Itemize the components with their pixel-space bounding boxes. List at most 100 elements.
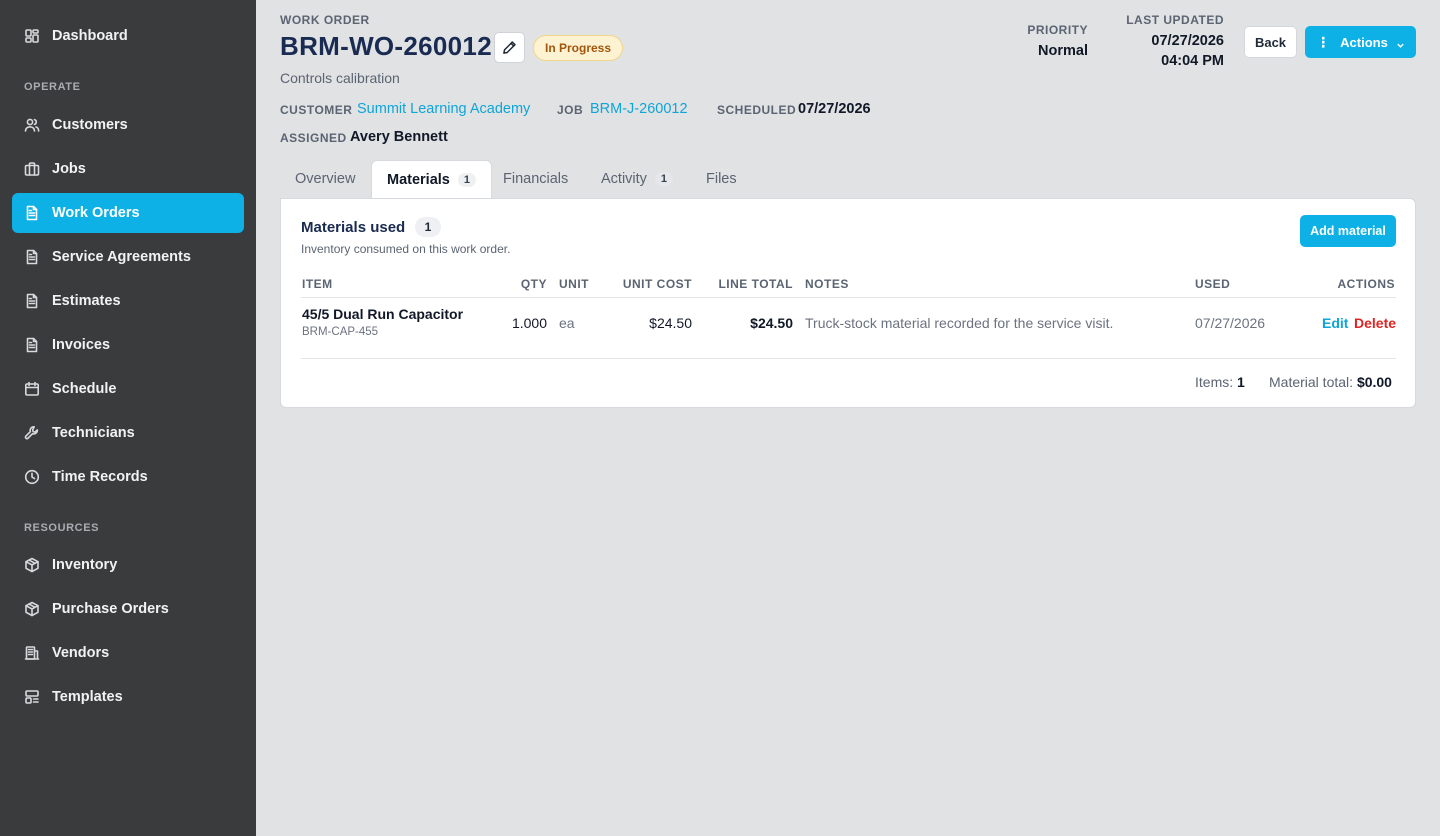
last-updated-date: 07/27/2026 xyxy=(1151,33,1224,49)
sidebar-item-service-agreements[interactable]: Service Agreements xyxy=(12,237,244,277)
column-header-line-total: LINE TOTAL xyxy=(718,277,793,291)
sidebar-item-label: Service Agreements xyxy=(52,249,191,265)
customer-link[interactable]: Summit Learning Academy xyxy=(357,101,530,117)
priority-label: PRIORITY xyxy=(1027,23,1088,37)
column-header-used: USED xyxy=(1195,277,1231,291)
clock-icon xyxy=(24,469,40,485)
building-icon xyxy=(24,645,40,661)
materials-count-badge: 1 xyxy=(415,217,441,237)
tab-materials[interactable]: Materials 1 xyxy=(371,160,492,199)
tab-activity[interactable]: Activity 1 xyxy=(601,160,674,198)
sidebar-item-label: Technicians xyxy=(52,425,135,441)
column-header-notes: NOTES xyxy=(805,277,849,291)
sidebar-item-label: Dashboard xyxy=(52,28,128,44)
delete-material-link[interactable]: Delete xyxy=(1354,315,1396,331)
assigned-value: Avery Bennett xyxy=(350,129,448,145)
items-summary: Items: 1 xyxy=(1195,374,1245,390)
sidebar-item-dashboard[interactable]: Dashboard xyxy=(12,16,244,56)
sidebar-item-label: Templates xyxy=(52,689,123,705)
material-line-total: $24.50 xyxy=(750,315,793,331)
material-total-value: $0.00 xyxy=(1356,374,1392,390)
customer-label: CUSTOMER xyxy=(280,103,353,117)
page-subtitle: Controls calibration xyxy=(280,70,400,86)
sidebar-item-label: Schedule xyxy=(52,381,117,397)
tab-count-badge: 1 xyxy=(457,173,476,187)
tab-label: Financials xyxy=(503,171,569,187)
sidebar-item-label: Time Records xyxy=(52,469,148,485)
column-header-qty: QTY xyxy=(520,277,547,291)
sidebar-item-invoices[interactable]: Invoices xyxy=(12,325,244,365)
tab-label: Overview xyxy=(295,171,356,187)
material-notes: Truck-stock material recorded for the se… xyxy=(805,315,1114,331)
sidebar-item-jobs[interactable]: Jobs xyxy=(12,149,244,189)
column-header-unit-cost: UNIT COST xyxy=(622,277,692,291)
job-link[interactable]: BRM-J-260012 xyxy=(590,101,688,117)
calendar-icon xyxy=(24,381,40,397)
material-unit: ea xyxy=(559,315,575,331)
sidebar-item-work-orders[interactable]: Work Orders xyxy=(12,193,244,233)
sidebar-item-purchase-orders[interactable]: Purchase Orders xyxy=(12,589,244,629)
sidebar-section-resources: RESOURCES xyxy=(24,522,100,534)
assigned-label: ASSIGNED xyxy=(280,131,347,145)
edit-material-link[interactable]: Edit xyxy=(1322,315,1348,331)
status-badge: In Progress xyxy=(533,35,624,61)
scheduled-label: SCHEDULED xyxy=(717,103,797,117)
items-summary-label: Items: xyxy=(1195,374,1234,390)
box-icon xyxy=(24,601,40,617)
edit-title-button[interactable] xyxy=(494,32,525,63)
last-updated-label: LAST UPDATED xyxy=(1126,13,1224,27)
sidebar-item-label: Jobs xyxy=(52,161,86,177)
sidebar-item-label: Purchase Orders xyxy=(52,601,169,617)
sidebar-item-label: Inventory xyxy=(52,557,118,573)
sidebar-item-label: Customers xyxy=(52,117,128,133)
back-button[interactable]: Back xyxy=(1244,26,1297,58)
table-footer-divider xyxy=(301,358,1396,359)
material-qty: 1.000 xyxy=(511,315,547,331)
sidebar-item-schedule[interactable]: Schedule xyxy=(12,369,244,409)
materials-card: Materials used 1 Inventory consumed on t… xyxy=(280,198,1416,408)
scheduled-value: 07/27/2026 xyxy=(798,101,871,117)
sidebar-item-time-records[interactable]: Time Records xyxy=(12,457,244,497)
priority-value: Normal xyxy=(1038,43,1088,59)
dashboard-icon xyxy=(24,28,40,44)
chevron-down-icon xyxy=(1396,38,1405,48)
users-icon xyxy=(24,117,40,133)
page-eyebrow: WORK ORDER xyxy=(280,13,370,27)
last-updated-time: 04:04 PM xyxy=(1161,53,1224,69)
items-summary-value: 1 xyxy=(1237,374,1245,390)
material-item-name: 45/5 Dual Run Capacitor xyxy=(302,306,464,322)
sidebar-section-operate: OPERATE xyxy=(24,81,81,93)
tab-files[interactable]: Files xyxy=(706,160,737,198)
actions-button[interactable]: ⋮ Actions xyxy=(1305,26,1416,58)
tab-financials[interactable]: Financials xyxy=(503,160,568,198)
document-icon xyxy=(24,293,40,309)
material-used-date: 07/27/2026 xyxy=(1195,315,1266,331)
add-material-button[interactable]: Add material xyxy=(1300,215,1396,247)
job-label: JOB xyxy=(557,103,584,117)
material-total-label: Material total: xyxy=(1269,374,1354,390)
sidebar-item-templates[interactable]: Templates xyxy=(12,677,244,717)
kebab-icon: ⋮ xyxy=(1316,34,1331,50)
sidebar-item-label: Estimates xyxy=(52,293,121,309)
column-header-item: ITEM xyxy=(302,277,333,291)
material-unit-cost: $24.50 xyxy=(649,315,692,331)
tab-overview[interactable]: Overview xyxy=(295,160,355,198)
tab-label: Activity xyxy=(601,171,647,187)
sidebar-item-estimates[interactable]: Estimates xyxy=(12,281,244,321)
page-title: BRM-WO-260012 xyxy=(280,31,492,61)
sidebar-item-label: Work Orders xyxy=(52,205,140,221)
sidebar-item-customers[interactable]: Customers xyxy=(12,105,244,145)
document-icon xyxy=(24,205,40,221)
material-sku: BRM-CAP-455 xyxy=(302,326,379,338)
sidebar-item-vendors[interactable]: Vendors xyxy=(12,633,244,673)
pencil-icon xyxy=(502,40,517,55)
actions-button-label: Actions xyxy=(1340,34,1388,50)
table-header-divider xyxy=(301,297,1396,298)
material-total: Material total: $0.00 xyxy=(1269,374,1392,390)
sidebar-item-technicians[interactable]: Technicians xyxy=(12,413,244,453)
briefcase-icon xyxy=(24,161,40,177)
sidebar-item-label: Vendors xyxy=(52,645,110,661)
sidebar-item-inventory[interactable]: Inventory xyxy=(12,545,244,585)
column-header-actions: ACTIONS xyxy=(1337,277,1395,291)
column-header-unit: UNIT xyxy=(559,277,589,291)
